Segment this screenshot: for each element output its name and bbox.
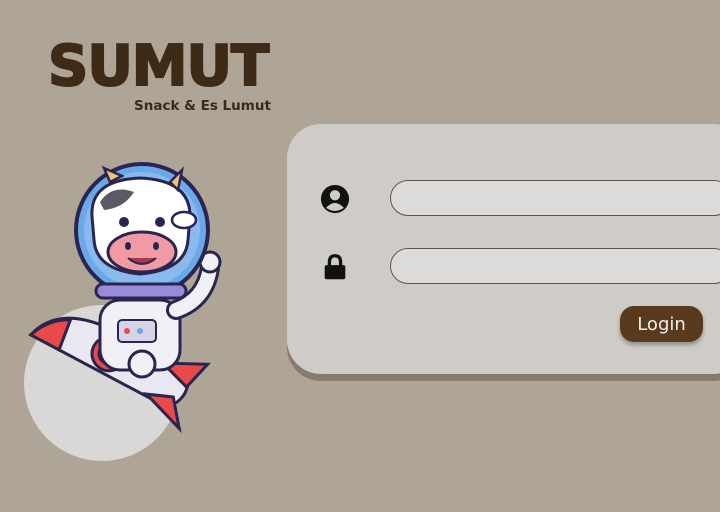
login-panel: Login (287, 124, 720, 374)
password-row (319, 248, 720, 286)
brand-logo: SUMUT Snack & Es Lumut (47, 34, 288, 115)
username-input[interactable] (390, 180, 720, 216)
cow-astronaut-rocket-illustration (24, 162, 222, 461)
username-row (319, 180, 720, 218)
password-input[interactable] (390, 248, 720, 284)
user-circle-icon (320, 184, 350, 214)
login-button[interactable]: Login (620, 306, 703, 342)
logo-title: SUMUT (47, 34, 270, 99)
logo-subtitle: Snack & Es Lumut (134, 98, 271, 114)
lock-icon (324, 254, 346, 280)
